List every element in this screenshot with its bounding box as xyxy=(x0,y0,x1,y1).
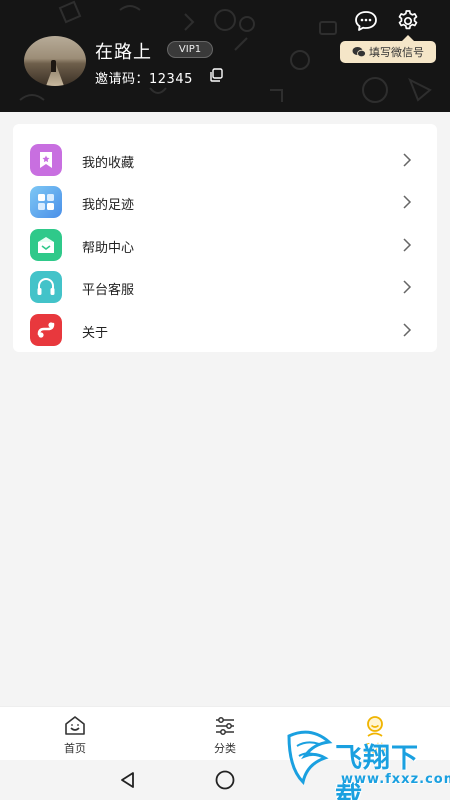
watermark-url: www.fxxz.com xyxy=(341,772,450,787)
menu-label-favorites: 我的收藏 xyxy=(82,156,135,171)
menu-label-help-center: 帮助中心 xyxy=(82,241,135,256)
username: 在路上 xyxy=(95,42,152,63)
chevron-right-icon xyxy=(403,280,412,294)
fill-wechat-button[interactable]: 填写微信号 xyxy=(340,35,436,63)
gear-icon[interactable] xyxy=(396,9,420,33)
menu-label-about: 关于 xyxy=(82,326,109,341)
fill-wechat-label: 填写微信号 xyxy=(369,46,424,59)
menu-label-customer-service: 平台客服 xyxy=(82,283,135,298)
tab-category[interactable]: 分类 xyxy=(185,707,265,761)
back-icon[interactable] xyxy=(118,770,138,790)
watermark: 飞翔下载 www.fxxz.com xyxy=(283,718,450,800)
avatar[interactable] xyxy=(24,36,86,86)
chevron-right-icon xyxy=(403,153,412,167)
favorite-icon xyxy=(30,144,62,176)
tab-home-label: 首页 xyxy=(64,742,86,755)
invite-code: 邀请码：12345 xyxy=(95,68,193,87)
message-icon[interactable] xyxy=(354,10,378,32)
menu-item-footprints[interactable]: 我的足迹 xyxy=(13,182,437,224)
watermark-logo-icon xyxy=(287,730,333,785)
wechat-icon xyxy=(352,47,366,58)
headset-icon xyxy=(30,271,62,303)
home-circle-icon[interactable] xyxy=(214,769,236,791)
footprint-icon xyxy=(30,186,62,218)
about-icon xyxy=(30,314,62,346)
menu-item-favorites[interactable]: 我的收藏 xyxy=(13,140,437,182)
menu-item-help-center[interactable]: 帮助中心 xyxy=(13,225,437,267)
watermark-title: 飞翔下载 xyxy=(335,743,419,800)
invite-label: 邀请码： xyxy=(95,72,150,87)
vip-badge: VIP1 xyxy=(167,41,213,58)
category-icon xyxy=(216,717,234,735)
chevron-right-icon xyxy=(403,323,412,337)
chevron-right-icon xyxy=(403,195,412,209)
help-icon xyxy=(30,229,62,261)
menu-item-about[interactable]: 关于 xyxy=(13,310,437,352)
menu-card: 我的收藏 我的足迹 帮助中心 平台客服 关于 xyxy=(13,124,437,352)
tab-category-label: 分类 xyxy=(214,742,236,755)
copy-icon[interactable] xyxy=(208,67,224,83)
invite-code-value: 12345 xyxy=(149,72,193,87)
profile-header: 在路上 VIP1 邀请码：12345 填写微信号 xyxy=(0,0,450,112)
chevron-right-icon xyxy=(403,238,412,252)
home-icon xyxy=(65,716,85,735)
menu-label-footprints: 我的足迹 xyxy=(82,198,135,213)
menu-item-customer-service[interactable]: 平台客服 xyxy=(13,267,437,309)
tab-home[interactable]: 首页 xyxy=(35,707,115,761)
